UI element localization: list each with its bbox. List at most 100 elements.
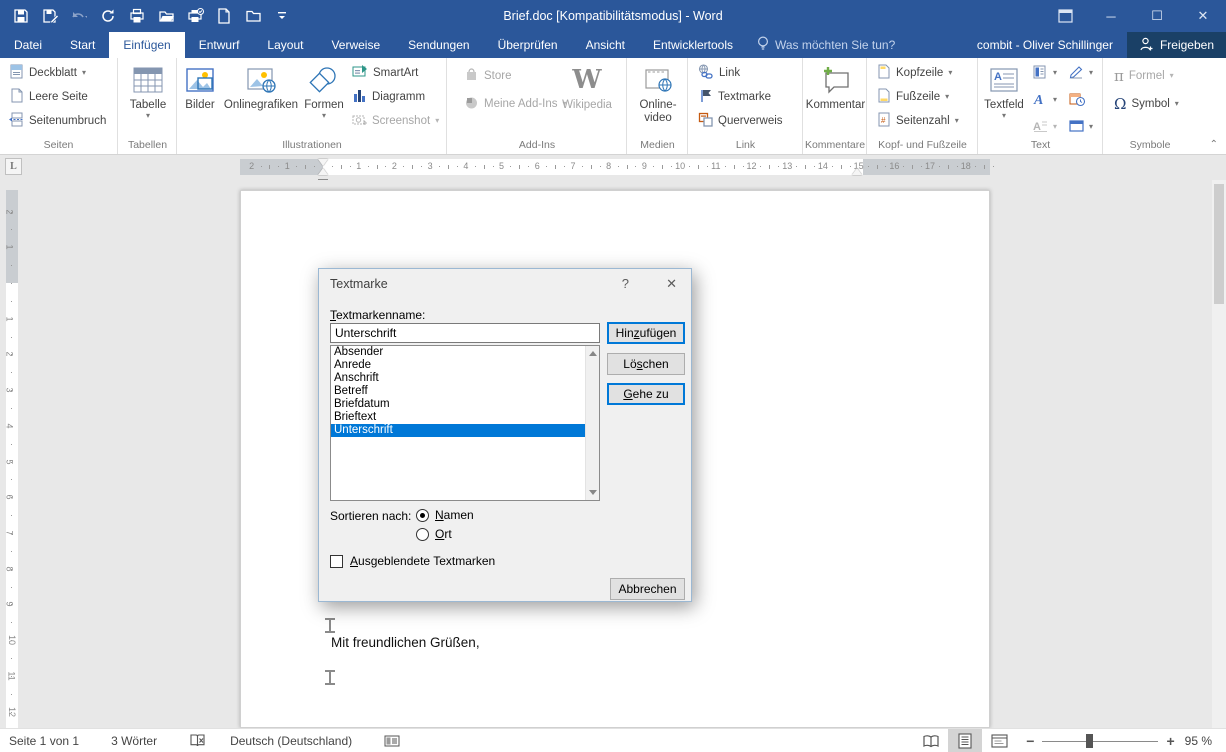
language-indicator[interactable]: Deutsch (Deutschland) bbox=[221, 729, 361, 752]
onlinegrafiken-button[interactable]: Onlinegrafiken bbox=[222, 61, 300, 112]
wordart-button[interactable]: A▾ bbox=[1031, 89, 1059, 111]
kommentar-button[interactable]: Kommentar bbox=[804, 61, 867, 112]
tab-layout[interactable]: Layout bbox=[253, 32, 317, 58]
wikipedia-button: W Wikipedia bbox=[556, 61, 618, 112]
radio-namen[interactable]: Namen bbox=[416, 508, 474, 522]
gehe-zu-button[interactable]: Gehe zu bbox=[607, 383, 685, 405]
tab-selector[interactable]: L bbox=[5, 158, 22, 175]
objekt-button[interactable]: ▾ bbox=[1067, 116, 1095, 138]
tab-datei[interactable]: Datei bbox=[0, 32, 56, 58]
folder-icon[interactable] bbox=[240, 3, 266, 29]
save-as-icon[interactable] bbox=[37, 3, 63, 29]
list-scrollbar[interactable] bbox=[585, 346, 599, 500]
kopfzeile-button[interactable]: Kopfzeile▾ bbox=[875, 62, 961, 84]
tabelle-button[interactable]: Tabelle ▾ bbox=[127, 61, 169, 120]
seitenumbruch-button[interactable]: Seitenumbruch bbox=[7, 110, 108, 132]
close-icon[interactable]: ✕ bbox=[1180, 0, 1226, 32]
read-mode-icon[interactable] bbox=[914, 729, 948, 752]
bookmark-item[interactable]: Absender bbox=[331, 346, 599, 359]
zoom-in-icon[interactable]: + bbox=[1166, 733, 1174, 749]
word-count[interactable]: 3 Wörter bbox=[102, 729, 166, 752]
zoom-slider-track[interactable] bbox=[1042, 734, 1158, 748]
formen-button[interactable]: Formen ▾ bbox=[302, 61, 346, 120]
zoom-out-icon[interactable]: − bbox=[1026, 733, 1034, 749]
new-document-icon[interactable] bbox=[211, 3, 237, 29]
scrollbar-thumb[interactable] bbox=[1214, 184, 1224, 304]
hinzufuegen-button[interactable]: Hinzufügen bbox=[607, 322, 685, 344]
print-preview-icon[interactable] bbox=[124, 3, 150, 29]
link-button[interactable]: Link bbox=[696, 62, 785, 84]
tab-entwurf[interactable]: Entwurf bbox=[185, 32, 254, 58]
textfeld-button[interactable]: A Textfeld ▾ bbox=[981, 61, 1027, 120]
vertical-ruler[interactable]: 21123456789101112 bbox=[6, 190, 18, 728]
bookmark-item[interactable]: Betreff bbox=[331, 385, 599, 398]
radio-ort-icon[interactable] bbox=[416, 528, 429, 541]
tab-überprüfen[interactable]: Überprüfen bbox=[484, 32, 572, 58]
page-count[interactable]: Seite 1 von 1 bbox=[0, 729, 88, 752]
loeschen-button[interactable]: Löschen bbox=[607, 353, 685, 375]
zoom-slider-thumb[interactable] bbox=[1086, 734, 1093, 748]
tell-me-box[interactable]: Was möchten Sie tun? bbox=[747, 32, 905, 58]
first-line-indent-marker[interactable] bbox=[318, 159, 328, 166]
account-name[interactable]: combit - Oliver Schillinger bbox=[977, 38, 1113, 52]
querverweis-button[interactable]: Querverweis bbox=[696, 110, 785, 132]
vertical-scrollbar[interactable] bbox=[1212, 180, 1226, 728]
hidden-bookmarks-checkbox-row[interactable]: Ausgeblendete Textmarken bbox=[330, 554, 495, 568]
ribbon-display-options-icon[interactable] bbox=[1042, 0, 1088, 32]
bilder-button[interactable]: Bilder bbox=[180, 61, 220, 112]
scroll-down-icon[interactable] bbox=[589, 490, 597, 495]
schnellbausteine-button[interactable]: ▾ bbox=[1031, 62, 1059, 84]
checkbox-icon[interactable] bbox=[330, 555, 343, 568]
deckblatt-button[interactable]: Deckblatt▾ bbox=[7, 62, 108, 84]
fusszeile-button[interactable]: Fußzeile▾ bbox=[875, 86, 961, 108]
dialog-title-bar[interactable]: Textmarke ? ✕ bbox=[319, 269, 691, 298]
qat-more-icon[interactable] bbox=[269, 3, 295, 29]
zoom-percentage[interactable]: 95 % bbox=[1185, 734, 1226, 748]
maximize-icon[interactable]: ☐ bbox=[1134, 0, 1180, 32]
horizontal-ruler[interactable]: 21123456789101112131415161718 bbox=[240, 159, 990, 175]
print-layout-icon[interactable] bbox=[948, 729, 982, 752]
tab-ansicht[interactable]: Ansicht bbox=[572, 32, 639, 58]
onlinevideo-button[interactable]: Online-video bbox=[634, 61, 682, 125]
bookmark-item[interactable]: Unterschrift bbox=[331, 424, 599, 437]
share-button[interactable]: Freigeben bbox=[1127, 32, 1226, 58]
minimize-icon[interactable]: ─ bbox=[1088, 0, 1134, 32]
dialog-help-icon[interactable]: ? bbox=[622, 276, 629, 291]
bookmark-item[interactable]: Anrede bbox=[331, 359, 599, 372]
collapse-ribbon-icon[interactable]: ⌃ bbox=[1210, 139, 1218, 150]
right-indent-marker[interactable] bbox=[852, 168, 862, 175]
save-icon[interactable] bbox=[8, 3, 34, 29]
bookmark-item[interactable]: Brieftext bbox=[331, 411, 599, 424]
bookmark-list[interactable]: AbsenderAnredeAnschriftBetreffBriefdatum… bbox=[330, 345, 600, 501]
abbrechen-button[interactable]: Abbrechen bbox=[610, 578, 685, 600]
tab-verweise[interactable]: Verweise bbox=[317, 32, 394, 58]
redo-icon[interactable] bbox=[95, 3, 121, 29]
radio-ort[interactable]: Ort bbox=[416, 527, 452, 541]
zoom-slider[interactable]: − + bbox=[1016, 733, 1184, 749]
tab-einfügen[interactable]: Einfügen bbox=[109, 32, 184, 58]
bookmark-item[interactable]: Briefdatum bbox=[331, 398, 599, 411]
textmarke-button[interactable]: Textmarke bbox=[696, 86, 785, 108]
proofing-errors-icon[interactable] bbox=[180, 729, 215, 752]
ruler-tick bbox=[332, 166, 333, 167]
dialog-close-icon[interactable]: ✕ bbox=[666, 276, 677, 292]
hanging-indent-marker[interactable] bbox=[318, 168, 328, 175]
smartart-button[interactable]: SmartArt bbox=[350, 62, 441, 84]
signaturzeile-button[interactable]: ▾ bbox=[1067, 62, 1095, 84]
bookmark-item[interactable]: Anschrift bbox=[331, 372, 599, 385]
radio-namen-icon[interactable] bbox=[416, 509, 429, 522]
tab-start[interactable]: Start bbox=[56, 32, 109, 58]
leere-seite-button[interactable]: Leere Seite bbox=[7, 86, 108, 108]
seitenzahl-button[interactable]: # Seitenzahl▾ bbox=[875, 110, 961, 132]
open-folder-icon[interactable] bbox=[153, 3, 179, 29]
diagramm-button[interactable]: Diagramm bbox=[350, 86, 441, 108]
tab-entwicklertools[interactable]: Entwicklertools bbox=[639, 32, 747, 58]
datum-uhrzeit-button[interactable] bbox=[1067, 89, 1095, 111]
tab-sendungen[interactable]: Sendungen bbox=[394, 32, 483, 58]
print-icon[interactable] bbox=[182, 3, 208, 29]
web-layout-icon[interactable] bbox=[982, 729, 1016, 752]
bookmark-name-input[interactable]: Unterschrift bbox=[330, 323, 600, 343]
scroll-up-icon[interactable] bbox=[589, 351, 597, 356]
macro-record-icon[interactable] bbox=[375, 729, 409, 752]
symbol-button[interactable]: Ω Symbol▾ bbox=[1112, 93, 1181, 115]
